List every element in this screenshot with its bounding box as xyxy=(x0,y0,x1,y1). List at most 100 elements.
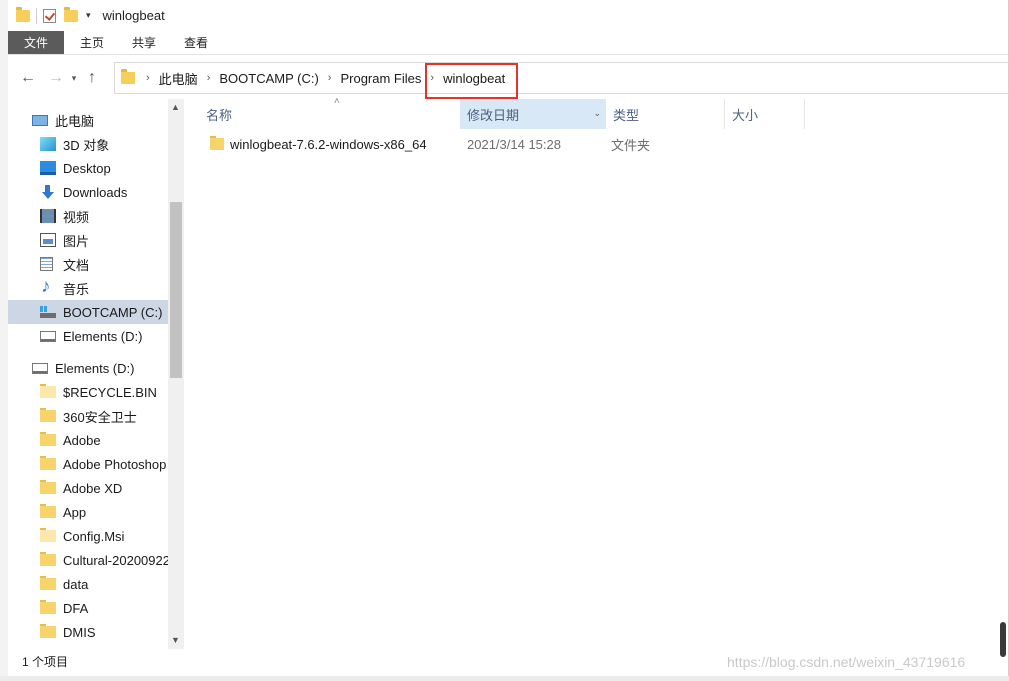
sidebar-item-pictures[interactable]: 图片 xyxy=(8,228,184,252)
tab-view[interactable]: 查看 xyxy=(170,31,222,54)
sidebar-item-label: DFA xyxy=(63,600,89,616)
arrow-left-icon: ← xyxy=(20,69,36,86)
chevron-right-icon[interactable]: › xyxy=(207,72,211,84)
annotation-highlight-box xyxy=(425,63,518,99)
sidebar-item-label: 3D 对象 xyxy=(63,137,110,153)
tab-file[interactable]: 文件 xyxy=(8,31,64,54)
sidebar-item-label: Adobe xyxy=(63,432,101,448)
tab-home[interactable]: 主页 xyxy=(64,31,118,54)
sidebar-item-folder[interactable]: Adobe xyxy=(8,428,184,452)
sidebar-item-label: Config.Msi xyxy=(63,528,125,544)
pictures-icon xyxy=(40,233,56,247)
sidebar-item-folder[interactable]: App xyxy=(8,500,184,524)
sidebar-item-folder[interactable]: $RECYCLE.BIN xyxy=(8,380,184,404)
sidebar-item-documents[interactable]: 文档 xyxy=(8,252,184,276)
window-title: winlogbeat xyxy=(102,8,165,23)
folder-icon xyxy=(40,624,56,638)
sidebar-scrollbar[interactable]: ▲ ▼ xyxy=(168,99,184,649)
sidebar-item-label: App xyxy=(63,504,87,520)
sidebar-item-label: $RECYCLE.BIN xyxy=(63,384,157,400)
chevron-up-icon[interactable]: ▲ xyxy=(171,102,180,112)
sidebar-item-folder[interactable]: DMIS xyxy=(8,620,184,644)
customize-toolbar-dropdown-icon[interactable]: ▾ xyxy=(86,10,91,21)
sidebar-item-folder[interactable]: Config.Msi xyxy=(8,524,184,548)
sidebar-item-bootcamp-drive[interactable]: BOOTCAMP (C:) xyxy=(8,300,184,324)
up-button[interactable]: ↑ xyxy=(80,66,104,90)
tab-share[interactable]: 共享 xyxy=(118,31,170,54)
chevron-down-icon[interactable]: ▼ xyxy=(171,635,180,645)
download-icon xyxy=(40,185,56,199)
bottom-edge xyxy=(0,676,1009,681)
folder-icon[interactable] xyxy=(16,6,30,22)
computer-icon xyxy=(32,114,48,126)
sidebar-item-label: BOOTCAMP (C:) xyxy=(63,304,163,320)
sidebar-item-this-pc[interactable]: 此电脑 xyxy=(8,108,184,132)
column-header-name[interactable]: 名称 xyxy=(188,99,459,129)
sidebar-item-label: 文档 xyxy=(63,257,90,273)
sidebar-item-elements-drive-root[interactable]: Elements (D:) xyxy=(8,356,184,380)
folder-icon xyxy=(40,432,56,446)
sidebar-item-label: data xyxy=(63,576,89,592)
windows-drive-icon xyxy=(40,305,56,319)
arrow-right-icon: → xyxy=(48,69,64,86)
documents-icon xyxy=(40,257,53,271)
chevron-down-icon: ▾ xyxy=(71,72,77,83)
sidebar-item-label: Adobe XD xyxy=(63,480,123,496)
address-bar[interactable]: › 此电脑 › BOOTCAMP (C:) › Program Files › … xyxy=(114,62,1009,94)
sidebar-item-videos[interactable]: 视频 xyxy=(8,204,184,228)
folder-icon xyxy=(40,504,56,518)
scrollbar-thumb[interactable] xyxy=(170,202,182,378)
sidebar-item-label: Adobe Photoshop xyxy=(63,456,167,472)
sidebar-item-desktop[interactable]: Desktop xyxy=(8,156,184,180)
file-type: 文件夹 xyxy=(611,137,651,153)
sidebar-item-folder[interactable]: 360安全卫士 xyxy=(8,404,184,428)
ribbon-tabs: 文件 主页 共享 查看 xyxy=(8,31,1008,55)
chevron-right-icon[interactable]: › xyxy=(328,72,332,84)
file-name-cell: winlogbeat-7.6.2-windows-x86_64 xyxy=(210,136,427,152)
title-bar: ▾ winlogbeat xyxy=(8,0,1008,31)
folder-icon xyxy=(40,600,56,614)
chevron-down-icon[interactable]: ⌄ xyxy=(593,108,601,119)
sidebar-item-folder[interactable]: data xyxy=(8,572,184,596)
drive-icon xyxy=(40,330,56,342)
column-header-type[interactable]: 类型 xyxy=(605,99,724,129)
sidebar-item-folder[interactable]: DFA xyxy=(8,596,184,620)
sidebar-item-label: Elements (D:) xyxy=(55,360,135,376)
sidebar-item-label: DMIS xyxy=(63,624,96,640)
sidebar-item-elements-drive[interactable]: Elements (D:) xyxy=(8,324,184,348)
column-header-date[interactable]: 修改日期 ⌄ xyxy=(460,99,605,129)
chevron-right-icon[interactable]: › xyxy=(146,72,150,84)
sidebar-item-downloads[interactable]: Downloads xyxy=(8,180,184,204)
breadcrumb-this-pc[interactable]: 此电脑 xyxy=(159,69,198,88)
desktop-icon xyxy=(40,161,56,175)
sidebar-item-label: 此电脑 xyxy=(55,113,95,129)
file-name: winlogbeat-7.6.2-windows-x86_64 xyxy=(230,136,427,152)
sidebar-item-folder[interactable]: Adobe Photoshop xyxy=(8,452,184,476)
file-date: 2021/3/14 15:28 xyxy=(467,136,561,152)
forward-button[interactable]: → xyxy=(44,66,68,90)
breadcrumb-program-files[interactable]: Program Files xyxy=(340,71,421,86)
arrow-up-icon: ↑ xyxy=(88,69,96,86)
status-item-count: 1 个项目 xyxy=(22,655,69,669)
sidebar-item-3d-objects[interactable]: 3D 对象 xyxy=(8,132,184,156)
3d-objects-icon xyxy=(40,137,56,151)
sidebar-item-label: 视频 xyxy=(63,209,90,225)
page-scrollbar-thumb[interactable] xyxy=(1000,622,1006,657)
sidebar-item-music[interactable]: 音乐 xyxy=(8,276,184,300)
folder-icon xyxy=(40,552,56,566)
video-icon xyxy=(40,209,56,223)
sidebar-item-folder[interactable]: Adobe XD xyxy=(8,476,184,500)
quick-access-toolbar: ▾ xyxy=(16,0,91,31)
back-button[interactable]: ← xyxy=(16,66,40,90)
music-icon xyxy=(40,276,56,298)
sidebar-item-folder[interactable]: Cultural-20200922 xyxy=(8,548,184,572)
properties-icon[interactable] xyxy=(43,8,56,23)
file-row[interactable]: winlogbeat-7.6.2-windows-x86_64 2021/3/1… xyxy=(188,132,805,156)
folder-icon xyxy=(210,136,224,150)
new-folder-icon[interactable] xyxy=(64,6,78,22)
breadcrumb-drive[interactable]: BOOTCAMP (C:) xyxy=(219,71,318,86)
column-header-size[interactable]: 大小 xyxy=(724,99,805,129)
file-explorer-window: ▾ winlogbeat 文件 主页 共享 查看 ← → ▾ ↑ › 此电脑 ›… xyxy=(8,0,1009,676)
background-window-strip xyxy=(0,0,8,681)
recent-locations-button[interactable]: ▾ xyxy=(68,66,80,90)
